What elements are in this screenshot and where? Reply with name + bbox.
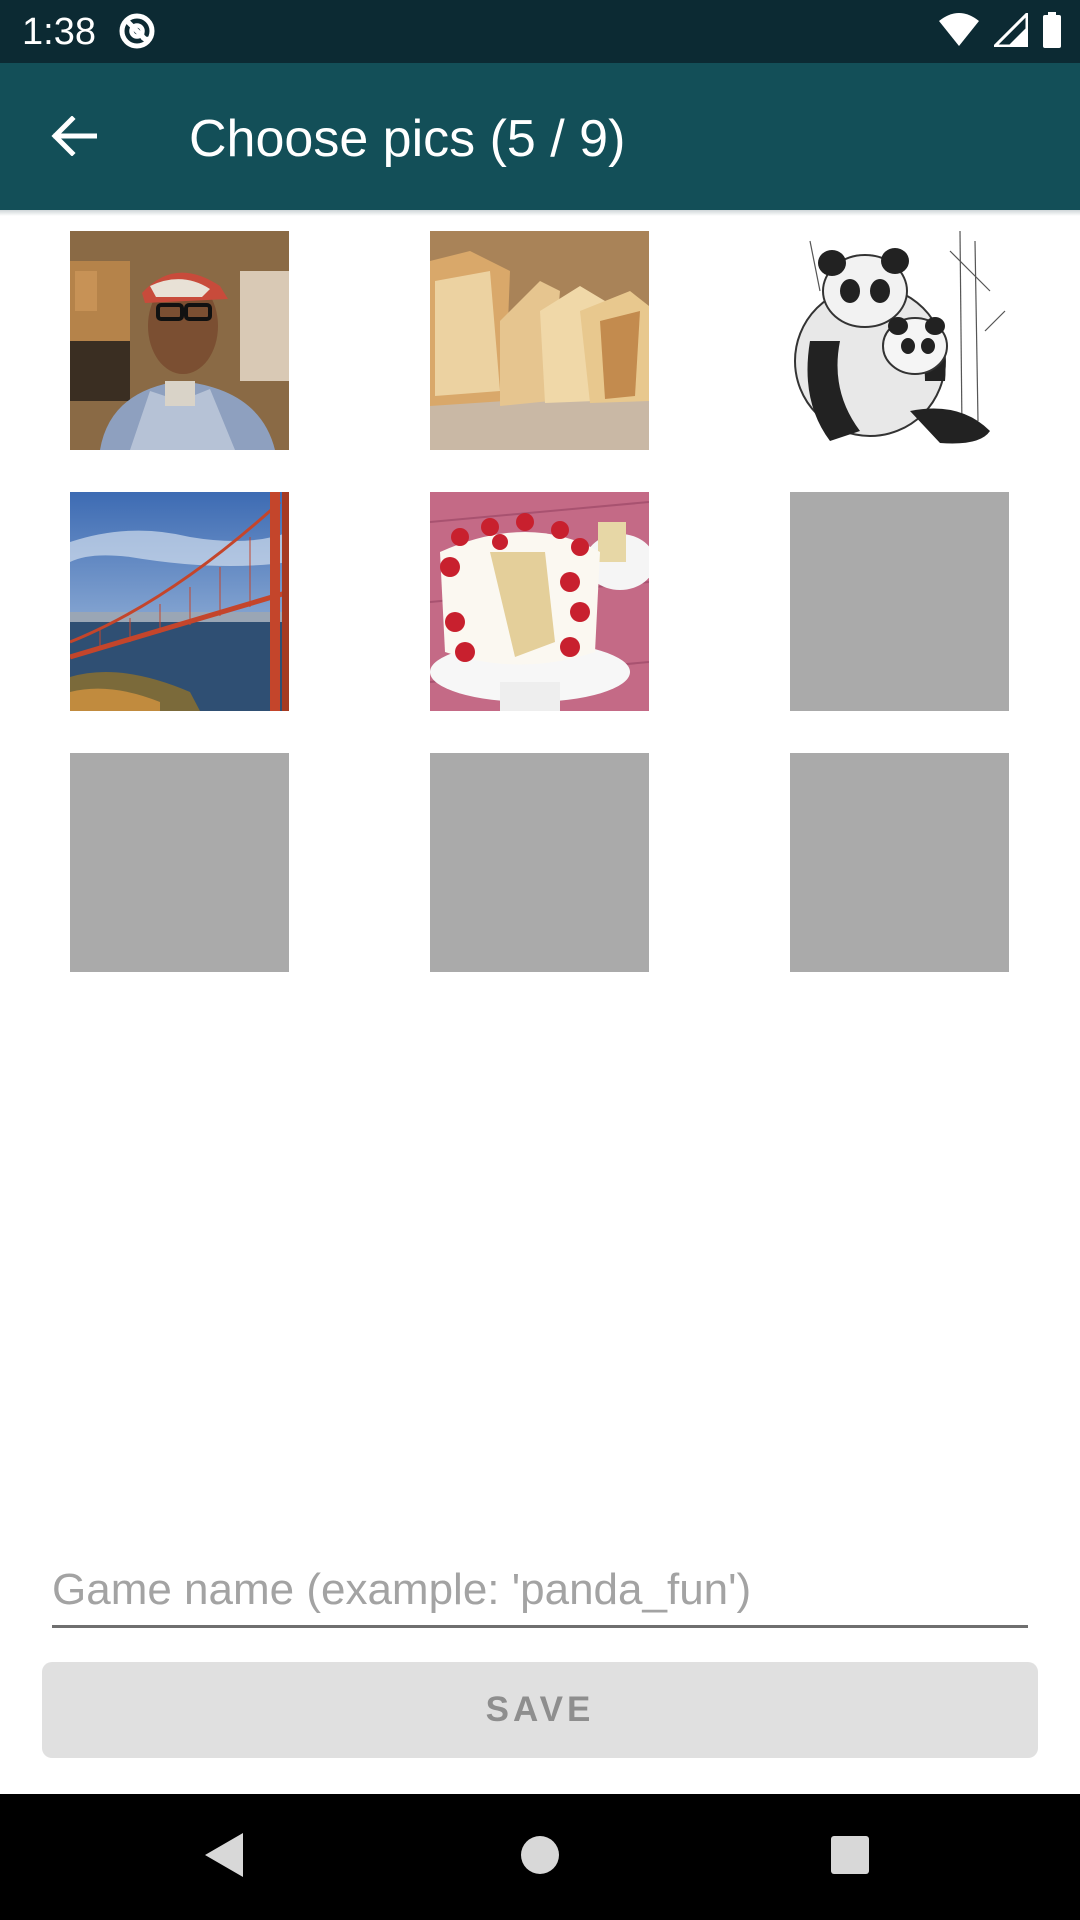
signal-icon <box>991 9 1029 52</box>
tile-person-photo[interactable] <box>70 231 289 450</box>
tile-empty-8[interactable] <box>430 753 649 972</box>
page-title: Choose pics (5 / 9) <box>189 110 626 168</box>
wifi-icon <box>938 12 980 52</box>
app-bar-shadow <box>0 210 1080 216</box>
arrow-back-icon <box>51 114 98 161</box>
nav-home-button[interactable] <box>480 1794 600 1920</box>
tile-empty-9[interactable] <box>790 753 1009 972</box>
status-bar: 1:38 <box>0 0 1080 63</box>
tile-bread-photo[interactable] <box>430 231 649 450</box>
app-bar: Choose pics (5 / 9) <box>0 63 1080 210</box>
back-button[interactable] <box>34 103 114 173</box>
at-sign-icon <box>118 12 156 50</box>
nav-recents-button[interactable] <box>790 1794 910 1920</box>
navigation-bar <box>0 1794 1080 1920</box>
battery-icon <box>1042 11 1062 53</box>
home-circle-icon <box>520 1835 560 1880</box>
status-time: 1:38 <box>22 11 96 53</box>
recents-square-icon <box>830 1835 870 1880</box>
game-name-input[interactable] <box>52 1555 1028 1628</box>
tile-bridge-photo[interactable] <box>70 492 289 711</box>
tile-cake-photo[interactable] <box>430 492 649 711</box>
save-button[interactable]: SAVE <box>42 1662 1038 1758</box>
save-button-label: SAVE <box>485 1690 595 1729</box>
tile-panda-drawing[interactable] <box>790 231 1009 450</box>
tile-empty-6[interactable] <box>790 492 1009 711</box>
nav-back-button[interactable] <box>165 1794 285 1920</box>
back-triangle-icon <box>203 1831 247 1884</box>
tile-empty-7[interactable] <box>70 753 289 972</box>
